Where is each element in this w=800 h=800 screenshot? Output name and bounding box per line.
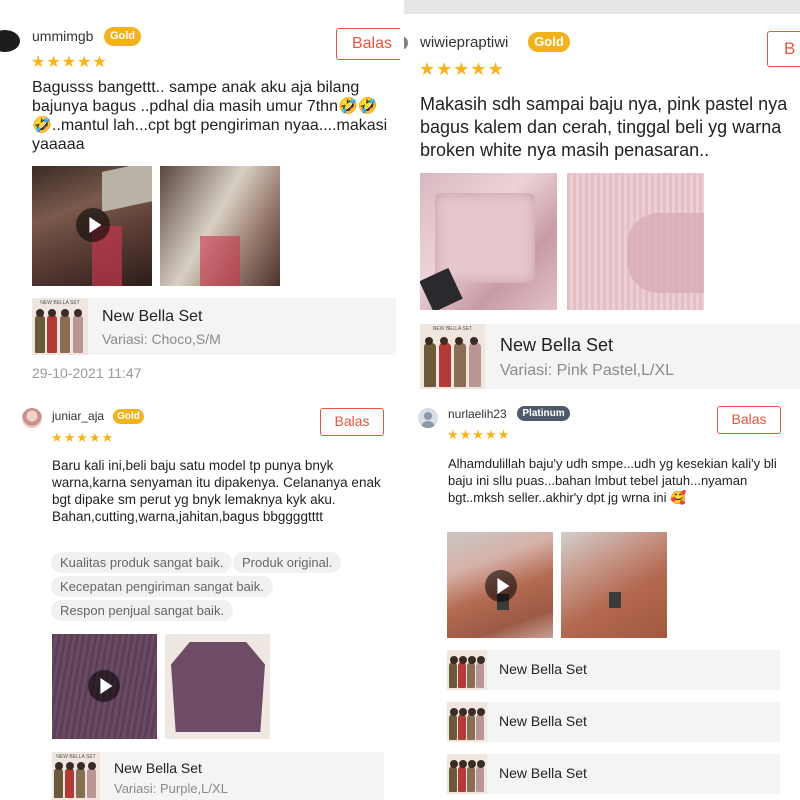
product-name: New Bella Set bbox=[114, 760, 202, 776]
product-variation: Variasi: Choco,S/M bbox=[102, 331, 221, 347]
avatar[interactable] bbox=[418, 408, 438, 428]
review-tag: Produk original. bbox=[233, 552, 342, 573]
reviewer-username[interactable]: juniar_aja bbox=[52, 409, 104, 423]
review-tag: Respon penjual sangat baik. bbox=[51, 600, 234, 621]
review-card-nurlaelih23: nurlaelih23 Platinum Balas ★★★★★ Alhamdu… bbox=[404, 396, 800, 800]
star-rating: ★★★★★ bbox=[31, 54, 108, 71]
review-text: Alhamdulillah baju'y udh smpe...udh yg k… bbox=[448, 456, 777, 505]
product-name: New Bella Set bbox=[102, 308, 203, 325]
play-icon[interactable] bbox=[88, 670, 120, 702]
play-icon[interactable] bbox=[76, 208, 110, 242]
product-image-label: NEW BELLA SET bbox=[40, 300, 80, 306]
product-card[interactable]: NEW BELLA SET New Bella Set Variasi: Pin… bbox=[420, 324, 800, 389]
product-name: New Bella Set bbox=[500, 335, 614, 355]
review-date: 29-10-2021 11:47 bbox=[32, 365, 142, 381]
product-variation: Variasi: Purple,L/XL bbox=[114, 781, 228, 796]
platinum-badge: Platinum bbox=[517, 406, 570, 421]
gold-badge: Gold bbox=[528, 32, 570, 52]
review-tag: Kecepatan pengiriman sangat baik. bbox=[51, 576, 273, 597]
review-text: Makasih sdh sampai baju nya, pink pastel… bbox=[420, 94, 788, 160]
star-rating: ★★★★★ bbox=[51, 430, 115, 445]
product-card[interactable]: NEW BELLA SET New Bella Set Variasi: Pur… bbox=[52, 752, 384, 800]
product-card[interactable]: New Bella Set bbox=[447, 754, 780, 794]
review-card-ummimgb: ummimgb Gold Balas ★★★★★ Bagusss bangett… bbox=[0, 0, 400, 393]
reply-button[interactable]: Balas bbox=[320, 408, 384, 436]
review-card-wiwiepraptiwi: wiwiepraptiwi Gold B ★★★★★ Makasih sdh s… bbox=[404, 0, 800, 393]
reply-button[interactable]: Balas bbox=[336, 28, 400, 60]
review-photo-thumbnail[interactable] bbox=[420, 173, 557, 310]
review-text: Baru kali ini,beli baju satu model tp pu… bbox=[52, 458, 381, 524]
product-name: New Bella Set bbox=[499, 661, 587, 677]
product-thumbnail: NEW BELLA SET bbox=[32, 298, 88, 355]
star-rating: ★★★★★ bbox=[447, 427, 511, 442]
review-card-juniar-aja: juniar_aja Gold Balas ★★★★★ Baru kali in… bbox=[0, 396, 400, 800]
review-text: Bagusss bangettt.. sampe anak aku aja bi… bbox=[32, 79, 388, 153]
product-thumbnail: NEW BELLA SET bbox=[420, 324, 485, 389]
reviewer-username[interactable]: ummimgb bbox=[32, 28, 93, 44]
review-photo-thumbnail[interactable] bbox=[160, 166, 280, 286]
avatar[interactable] bbox=[404, 36, 408, 50]
product-image-label: NEW BELLA SET bbox=[56, 754, 96, 760]
product-thumbnail bbox=[447, 650, 487, 690]
avatar[interactable] bbox=[0, 30, 20, 52]
avatar[interactable] bbox=[22, 408, 42, 428]
play-icon[interactable] bbox=[485, 570, 517, 602]
product-card[interactable]: NEW BELLA SET New Bella Set Variasi: Cho… bbox=[32, 298, 396, 355]
reviewer-username[interactable]: wiwiepraptiwi bbox=[420, 34, 508, 51]
product-card[interactable]: New Bella Set bbox=[447, 650, 780, 690]
product-variation: Variasi: Pink Pastel,L/XL bbox=[500, 362, 675, 379]
gold-badge: Gold bbox=[104, 27, 141, 46]
review-photo-thumbnail[interactable] bbox=[165, 634, 270, 739]
review-video-thumbnail[interactable] bbox=[32, 166, 152, 286]
reviewer-username[interactable]: nurlaelih23 bbox=[448, 407, 507, 421]
review-photo-thumbnail[interactable] bbox=[561, 532, 667, 638]
product-thumbnail bbox=[447, 702, 487, 742]
product-thumbnail bbox=[447, 754, 487, 794]
star-rating: ★★★★★ bbox=[419, 59, 505, 79]
review-photo-thumbnail[interactable] bbox=[567, 173, 704, 310]
reply-button[interactable]: Balas bbox=[717, 406, 781, 434]
gold-badge: Gold bbox=[113, 409, 144, 424]
product-name: New Bella Set bbox=[499, 765, 587, 781]
product-image-label: NEW BELLA SET bbox=[432, 326, 473, 332]
product-name: New Bella Set bbox=[499, 713, 587, 729]
top-bar bbox=[404, 0, 800, 14]
review-video-thumbnail[interactable] bbox=[52, 634, 157, 739]
product-card[interactable]: New Bella Set bbox=[447, 702, 780, 742]
reply-button[interactable]: B bbox=[767, 31, 800, 67]
review-video-thumbnail[interactable] bbox=[447, 532, 553, 638]
product-thumbnail: NEW BELLA SET bbox=[52, 752, 100, 800]
review-tag: Kualitas produk sangat baik. bbox=[51, 552, 233, 573]
